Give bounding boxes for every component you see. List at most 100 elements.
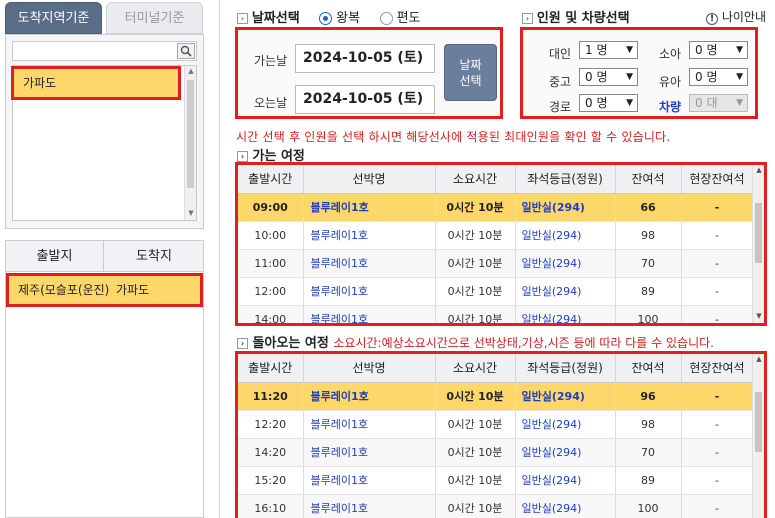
scroll-down-icon[interactable]: ▼ <box>754 312 764 322</box>
cell-ship: 블루레이1호 <box>303 438 436 467</box>
scroll-thumb[interactable] <box>755 392 762 452</box>
cell-ship: 블루레이1호 <box>303 221 436 250</box>
inbound-title: 돌아오는 여정 <box>252 336 329 351</box>
table-row[interactable]: 12:00 블루레이1호 0시간 10분 일반실(294) 89 - <box>238 277 754 306</box>
youth-select[interactable]: 0 명 ▼ <box>579 68 638 86</box>
cell-seat: 일반실(294) <box>515 305 616 323</box>
depart-date-field[interactable]: 2024-10-05 (토) <box>295 44 435 73</box>
cell-onsite: - <box>681 277 754 306</box>
cell-time: 12:20 <box>238 410 304 439</box>
cell-seat: 일반실(294) <box>515 494 616 518</box>
inbound-table-box: 출발시간 선박명 소요시간 좌석등급(정원) 잔여석 현장잔여석 11:20 블… <box>235 351 767 518</box>
table-row[interactable]: 09:00 블루레이1호 0시간 10분 일반실(294) 66 - <box>238 193 754 222</box>
cell-onsite: - <box>681 305 754 323</box>
cell-time: 11:00 <box>238 249 304 278</box>
route-row-selected[interactable]: 제주(모슬포(운진) 가파도 <box>6 273 203 307</box>
route-panel: 출발지 도착지 제주(모슬포(운진) 가파도 <box>5 240 204 518</box>
depart-label: 가는날 <box>254 54 288 68</box>
cell-remain: 100 <box>615 305 682 323</box>
cell-remain: 70 <box>615 438 682 467</box>
table-row[interactable]: 10:00 블루레이1호 0시간 10분 일반실(294) 98 - <box>238 221 754 250</box>
vehicle-value: 0 대 <box>695 96 718 110</box>
notice-text: 시간 선택 후 인원을 선택 하시면 해당선사에 적용된 최대인원을 확인 할 … <box>236 130 671 144</box>
chevron-right-icon: › <box>237 13 248 24</box>
scroll-down-icon[interactable]: ▼ <box>186 209 196 219</box>
senior-value: 0 명 <box>585 96 608 110</box>
route-header-to: 도착지 <box>136 249 172 264</box>
cell-duration: 0시간 10분 <box>435 305 516 323</box>
chevron-down-icon: ▼ <box>626 45 633 55</box>
list-item-gapado[interactable]: 가파도 <box>11 66 181 100</box>
region-list-scrollbar[interactable]: ▲ ▼ <box>184 66 196 220</box>
tab-arrival-region[interactable]: 도착지역기준 <box>5 2 102 34</box>
cell-time: 16:10 <box>238 494 304 518</box>
cell-ship: 블루레이1호 <box>303 249 436 278</box>
date-select-label: 날짜 선택 <box>459 58 482 88</box>
cell-duration: 0시간 10분 <box>435 466 516 495</box>
scroll-up-icon[interactable]: ▲ <box>754 166 764 176</box>
chevron-down-icon: ▼ <box>736 45 743 55</box>
date-section-title: 날짜선택 <box>251 11 300 26</box>
table-row[interactable]: 15:20 블루레이1호 0시간 10분 일반실(294) 89 - <box>238 466 754 495</box>
child-select[interactable]: 0 명 ▼ <box>689 41 748 59</box>
chevron-down-icon: ▼ <box>736 72 743 82</box>
info-icon: ! <box>706 13 718 25</box>
table-row[interactable]: 11:00 블루레이1호 0시간 10분 일반실(294) 70 - <box>238 249 754 278</box>
outbound-scrollbar[interactable]: ▲ ▼ <box>752 165 764 323</box>
col-depart-time: 출발시간 <box>238 165 304 194</box>
scroll-thumb[interactable] <box>187 80 194 188</box>
cell-ship: 블루레이1호 <box>303 277 436 306</box>
table-row[interactable]: 14:20 블루레이1호 0시간 10분 일반실(294) 70 - <box>238 438 754 467</box>
return-date-field[interactable]: 2024-10-05 (토) <box>295 85 435 114</box>
cell-duration: 0시간 10분 <box>435 193 516 222</box>
col-remain: 잔여석 <box>615 354 682 383</box>
vehicle-label: 차량 <box>659 100 682 114</box>
chevron-down-icon: ▼ <box>626 98 633 108</box>
table-row[interactable]: 12:20 블루레이1호 0시간 10분 일반실(294) 98 - <box>238 410 754 439</box>
cell-ship: 블루레이1호 <box>303 410 436 439</box>
cell-onsite: - <box>681 249 754 278</box>
pax-box: 대인 1 명 ▼ 중고 0 명 ▼ 경로 0 명 ▼ 소아 0 명 ▼ 유아 0 명 ▼ … <box>520 27 758 119</box>
table-header: 출발시간 선박명 소요시간 좌석등급(정원) 잔여석 현장잔여석 <box>238 354 754 383</box>
inbound-table: 출발시간 선박명 소요시간 좌석등급(정원) 잔여석 현장잔여석 11:20 블… <box>238 354 754 518</box>
cell-duration: 0시간 10분 <box>435 438 516 467</box>
age-guide-link[interactable]: ! 나이안내 <box>706 8 766 25</box>
age-guide-label: 나이안내 <box>721 10 766 24</box>
adult-select[interactable]: 1 명 ▼ <box>579 41 638 59</box>
infant-select[interactable]: 0 명 ▼ <box>689 68 748 86</box>
cell-seat: 일반실(294) <box>515 438 616 467</box>
cell-onsite: - <box>681 382 754 411</box>
chevron-right-icon: › <box>522 13 533 24</box>
table-row[interactable]: 16:10 블루레이1호 0시간 10분 일반실(294) 100 - <box>238 494 754 518</box>
date-select-button[interactable]: 날짜 선택 <box>444 44 497 101</box>
pax-section-header: › 인원 및 차량선택 <box>522 7 630 26</box>
oneway-radio[interactable] <box>379 12 393 25</box>
cell-seat: 일반실(294) <box>515 221 616 250</box>
col-duration: 소요시간 <box>435 354 516 383</box>
inbound-scrollbar[interactable]: ▲ <box>752 354 764 518</box>
region-search-input[interactable] <box>12 41 197 61</box>
infant-value: 0 명 <box>695 70 718 84</box>
cell-duration: 0시간 10분 <box>435 410 516 439</box>
chevron-right-icon: › <box>237 151 248 162</box>
route-from: 제주(모슬포(운진) <box>18 283 110 297</box>
cell-duration: 0시간 10분 <box>435 382 516 411</box>
scroll-up-icon[interactable]: ▲ <box>186 67 196 77</box>
cell-time: 09:00 <box>238 193 304 222</box>
vehicle-select: 0 대 ▼ <box>689 94 748 112</box>
table-row[interactable]: 14:00 블루레이1호 0시간 10분 일반실(294) 100 - <box>238 305 754 323</box>
table-header: 출발시간 선박명 소요시간 좌석등급(정원) 잔여석 현장잔여석 <box>238 165 754 194</box>
return-label: 오는날 <box>254 96 288 110</box>
tab-terminal[interactable]: 터미널기준 <box>106 2 203 34</box>
search-button[interactable] <box>177 43 195 59</box>
child-label: 소아 <box>659 47 682 61</box>
scroll-thumb[interactable] <box>755 203 762 263</box>
roundtrip-radio[interactable] <box>319 12 333 25</box>
scroll-up-icon[interactable]: ▲ <box>754 355 764 365</box>
cell-ship: 블루레이1호 <box>303 305 436 323</box>
cell-duration: 0시간 10분 <box>435 494 516 518</box>
cell-onsite: - <box>681 466 754 495</box>
chevron-down-icon: ▼ <box>736 98 743 108</box>
senior-select[interactable]: 0 명 ▼ <box>579 94 638 112</box>
table-row[interactable]: 11:20 블루레이1호 0시간 10분 일반실(294) 96 - <box>238 382 754 411</box>
